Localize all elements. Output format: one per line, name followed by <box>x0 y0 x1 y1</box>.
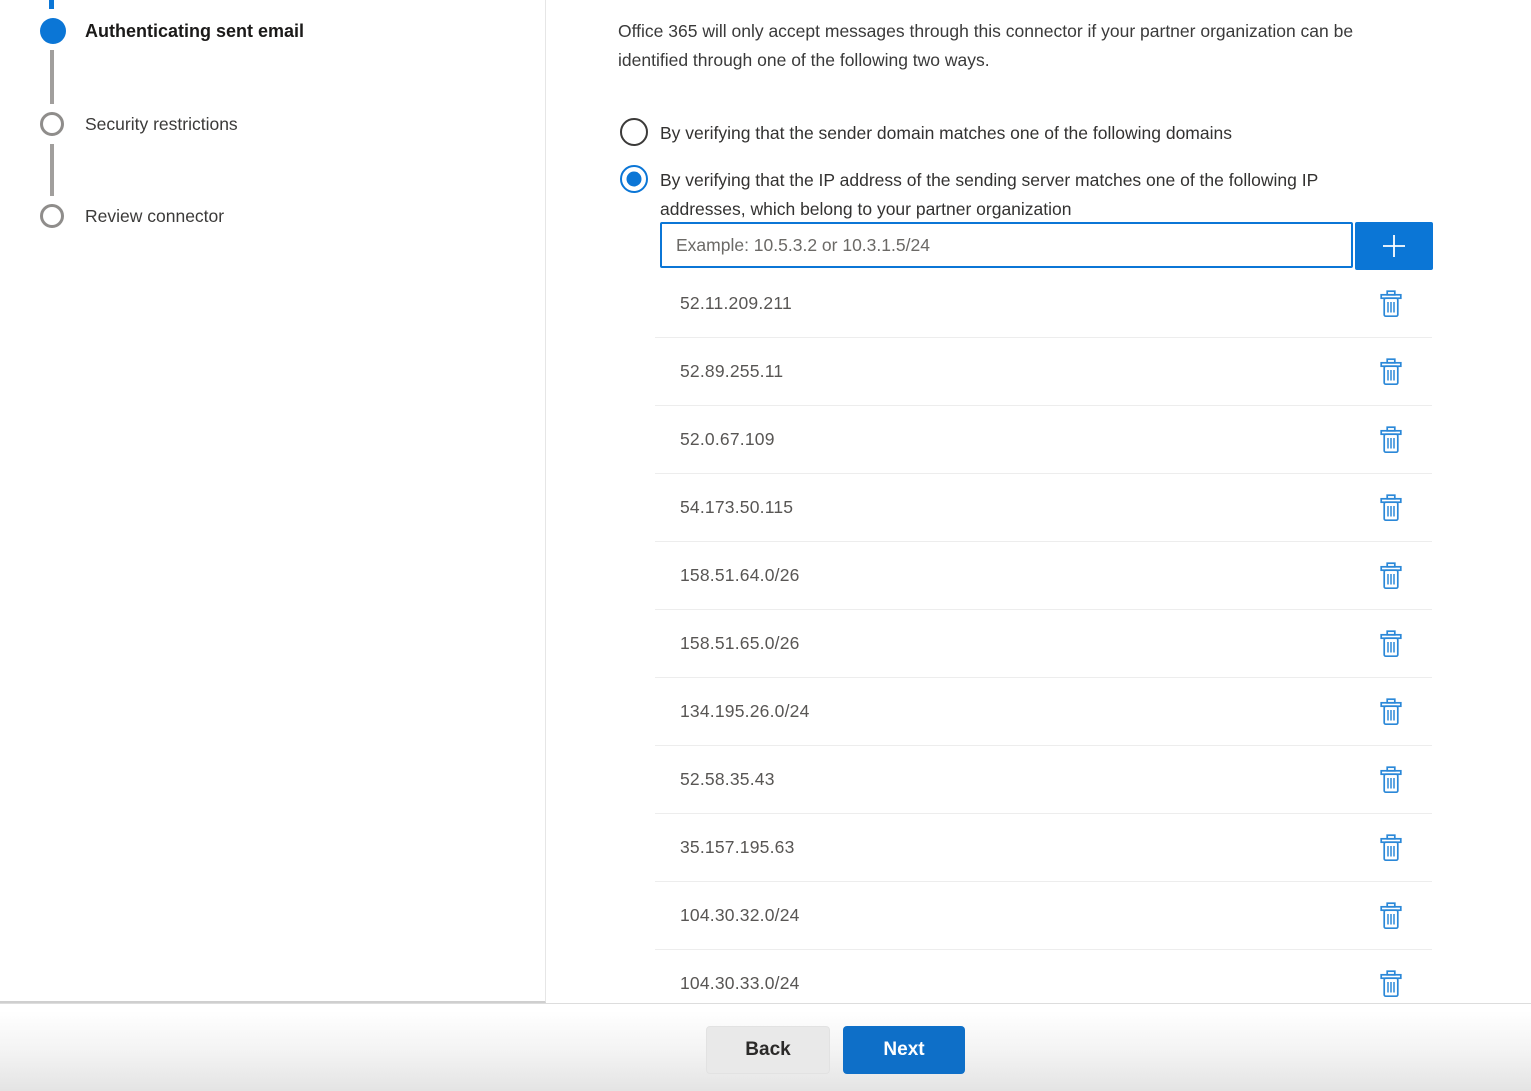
ip-list-row: 134.195.26.0/24 <box>655 678 1432 746</box>
add-ip-button[interactable] <box>1355 222 1433 270</box>
delete-ip-button[interactable] <box>1376 627 1406 661</box>
ip-list-row: 54.173.50.115 <box>655 474 1432 542</box>
ip-address-radio[interactable] <box>620 165 648 193</box>
authenticating-sent-email-content: Office 365 will only accept messages thr… <box>547 0 1531 1003</box>
ip-address-value: 158.51.64.0/26 <box>655 565 800 586</box>
ip-address-value: 104.30.32.0/24 <box>655 905 800 926</box>
page-description-line1: Office 365 will only accept messages thr… <box>618 17 1353 46</box>
ip-list-row: 158.51.65.0/26 <box>655 610 1432 678</box>
delete-ip-button[interactable] <box>1376 967 1406 1001</box>
ip-list-row: 52.0.67.109 <box>655 406 1432 474</box>
delete-ip-button[interactable] <box>1376 899 1406 933</box>
plus-icon <box>1380 232 1408 260</box>
ip-list-row: 35.157.195.63 <box>655 814 1432 882</box>
ip-address-radio-label-line1: By verifying that the IP address of the … <box>660 166 1318 195</box>
wizard-stepper-sidebar: Authenticating sent email Security restr… <box>0 0 546 1003</box>
sidebar-step-security-restrictions[interactable]: Security restrictions <box>85 112 238 136</box>
ip-address-value: 52.58.35.43 <box>655 769 775 790</box>
trash-icon <box>1380 902 1402 930</box>
ip-list-row: 52.58.35.43 <box>655 746 1432 814</box>
ip-address-value: 104.30.33.0/24 <box>655 973 800 994</box>
trash-icon <box>1380 970 1402 998</box>
delete-ip-button[interactable] <box>1376 763 1406 797</box>
trash-icon <box>1380 834 1402 862</box>
trash-icon <box>1380 562 1402 590</box>
ip-address-value: 54.173.50.115 <box>655 497 793 518</box>
trash-icon <box>1380 698 1402 726</box>
ip-address-value: 35.157.195.63 <box>655 837 795 858</box>
ip-address-value: 52.89.255.11 <box>655 361 783 382</box>
delete-ip-button[interactable] <box>1376 287 1406 321</box>
stepper-connector-line <box>50 144 54 196</box>
back-button[interactable]: Back <box>706 1026 830 1074</box>
page-description-line2: identified through one of the following … <box>618 46 1353 75</box>
step-indicator-authenticating-sent-email <box>40 18 66 44</box>
sender-domain-radio-label[interactable]: By verifying that the sender domain matc… <box>660 119 1232 148</box>
delete-ip-button[interactable] <box>1376 491 1406 525</box>
wizard-footer: Back Next <box>0 1003 1531 1091</box>
sidebar-step-authenticating-sent-email[interactable]: Authenticating sent email <box>85 19 304 43</box>
step-indicator-review-connector <box>40 204 64 228</box>
page-description: Office 365 will only accept messages thr… <box>618 17 1353 75</box>
stepper-completed-line <box>49 0 54 9</box>
delete-ip-button[interactable] <box>1376 831 1406 865</box>
ip-address-value: 158.51.65.0/26 <box>655 633 800 654</box>
delete-ip-button[interactable] <box>1376 423 1406 457</box>
ip-address-input[interactable] <box>660 222 1353 268</box>
ip-list-row: 104.30.32.0/24 <box>655 882 1432 950</box>
sender-domain-radio[interactable] <box>620 118 648 146</box>
trash-icon <box>1380 630 1402 658</box>
ip-list-row: 158.51.64.0/26 <box>655 542 1432 610</box>
ip-address-value: 134.195.26.0/24 <box>655 701 810 722</box>
delete-ip-button[interactable] <box>1376 695 1406 729</box>
delete-ip-button[interactable] <box>1376 559 1406 593</box>
ip-address-list: 52.11.209.211 52.89.255.11 52.0.67.109 <box>655 270 1432 1003</box>
trash-icon <box>1380 426 1402 454</box>
ip-address-value: 52.11.209.211 <box>655 293 792 314</box>
ip-address-radio-label[interactable]: By verifying that the IP address of the … <box>660 166 1318 224</box>
connector-wizard-panel: Authenticating sent email Security restr… <box>0 0 1531 1003</box>
ip-address-value: 52.0.67.109 <box>655 429 775 450</box>
trash-icon <box>1380 290 1402 318</box>
next-button[interactable]: Next <box>843 1026 965 1074</box>
stepper-connector-line <box>50 50 54 104</box>
trash-icon <box>1380 766 1402 794</box>
sidebar-step-review-connector[interactable]: Review connector <box>85 204 224 228</box>
ip-list-row: 104.30.33.0/24 <box>655 950 1432 1003</box>
trash-icon <box>1380 358 1402 386</box>
trash-icon <box>1380 494 1402 522</box>
ip-list-row: 52.89.255.11 <box>655 338 1432 406</box>
delete-ip-button[interactable] <box>1376 355 1406 389</box>
step-indicator-security-restrictions <box>40 112 64 136</box>
ip-address-radio-label-line2: addresses, which belong to your partner … <box>660 195 1318 224</box>
ip-list-row: 52.11.209.211 <box>655 270 1432 338</box>
